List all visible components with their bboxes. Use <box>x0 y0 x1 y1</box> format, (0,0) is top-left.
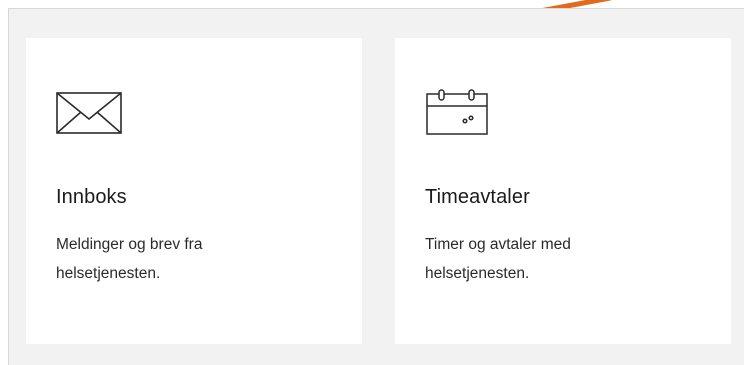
card-innboks[interactable]: Innboks Meldinger og brev fra helsetjene… <box>26 38 362 344</box>
card-title: Timeavtaler <box>425 186 530 208</box>
card-title: Innboks <box>56 186 127 208</box>
card-description: Timer og avtaler med helsetjenesten. <box>425 236 571 282</box>
envelope-icon <box>56 92 122 134</box>
card-description: Meldinger og brev fra helsetjenesten. <box>56 236 203 282</box>
calendar-icon <box>426 89 488 135</box>
card-timeavtaler[interactable]: Timeavtaler Timer og avtaler med helsetj… <box>395 38 731 344</box>
